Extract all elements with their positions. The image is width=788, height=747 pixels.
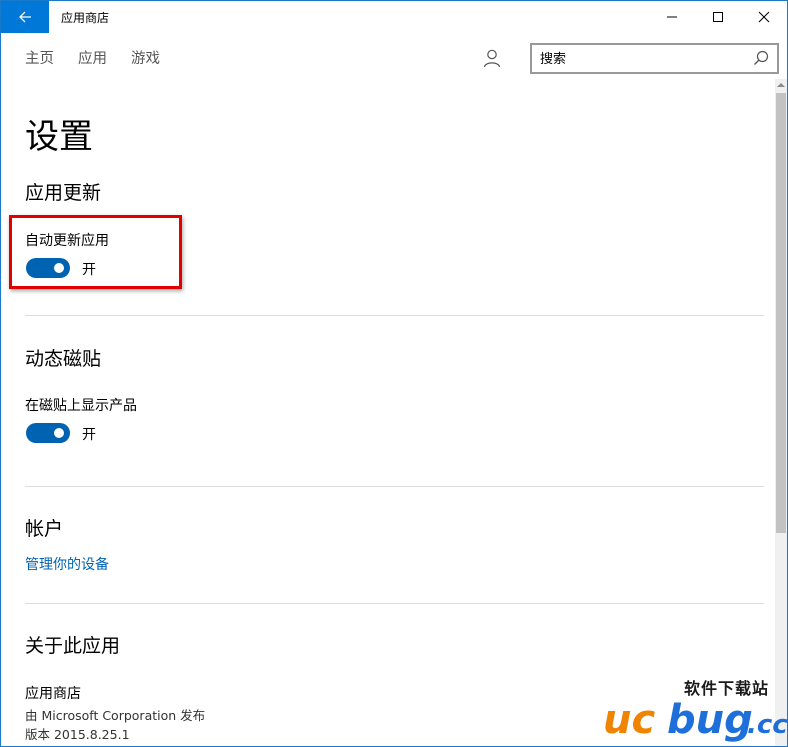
- live-tile-label: 在磁贴上显示产品: [25, 398, 137, 414]
- top-nav: 主页 应用 游戏: [25, 47, 160, 68]
- watermark-logo: uc bug .cc: [603, 697, 788, 743]
- nav-item-home[interactable]: 主页: [25, 47, 54, 68]
- scroll-up-button[interactable]: [775, 79, 787, 91]
- svg-text:bug: bug: [667, 697, 753, 743]
- minimize-button[interactable]: [649, 1, 695, 33]
- nav-item-apps[interactable]: 应用: [78, 47, 107, 68]
- divider: [25, 315, 764, 316]
- section-heading-about: 关于此应用: [25, 635, 121, 657]
- about-app-name: 应用商店: [25, 686, 81, 702]
- app-store-window: 应用商店 主页 应用 游戏 设置 应用更新 自动更新应用 开: [0, 0, 788, 747]
- live-tile-toggle[interactable]: [26, 423, 70, 443]
- svg-text:uc: uc: [603, 697, 655, 743]
- maximize-button[interactable]: [695, 1, 741, 33]
- back-button[interactable]: [1, 1, 49, 33]
- about-version: 版本 2015.8.25.1: [25, 727, 130, 742]
- about-publisher: 由 Microsoft Corporation 发布: [25, 708, 206, 723]
- section-heading-live-tiles: 动态磁贴: [25, 348, 102, 370]
- live-tile-toggle-state: 开: [82, 427, 96, 443]
- section-heading-account: 帐户: [25, 518, 64, 540]
- app-title: 应用商店: [61, 11, 110, 25]
- back-arrow-icon: [19, 11, 31, 23]
- search-input[interactable]: [540, 51, 740, 67]
- divider: [25, 486, 764, 487]
- user-icon[interactable]: [482, 48, 502, 68]
- scrollbar-thumb[interactable]: [776, 93, 786, 533]
- section-heading-app-updates: 应用更新: [25, 182, 102, 204]
- watermark: 软件下载站 uc bug .cc: [601, 673, 788, 746]
- highlight-box: [9, 215, 182, 289]
- manage-devices-link[interactable]: 管理你的设备: [25, 554, 109, 574]
- close-icon: [758, 11, 770, 23]
- toggle-knob: [54, 428, 64, 438]
- search-icon[interactable]: [753, 50, 769, 66]
- maximize-icon: [713, 12, 723, 22]
- close-button[interactable]: [741, 1, 787, 33]
- chevron-up-icon: [777, 83, 785, 87]
- nav-item-games[interactable]: 游戏: [131, 47, 160, 68]
- title-bar: 应用商店: [1, 1, 787, 33]
- minimize-icon: [667, 16, 677, 18]
- page-title: 设置: [25, 117, 93, 157]
- search-box[interactable]: [530, 43, 779, 74]
- svg-text:.cc: .cc: [747, 710, 788, 740]
- divider: [25, 603, 764, 604]
